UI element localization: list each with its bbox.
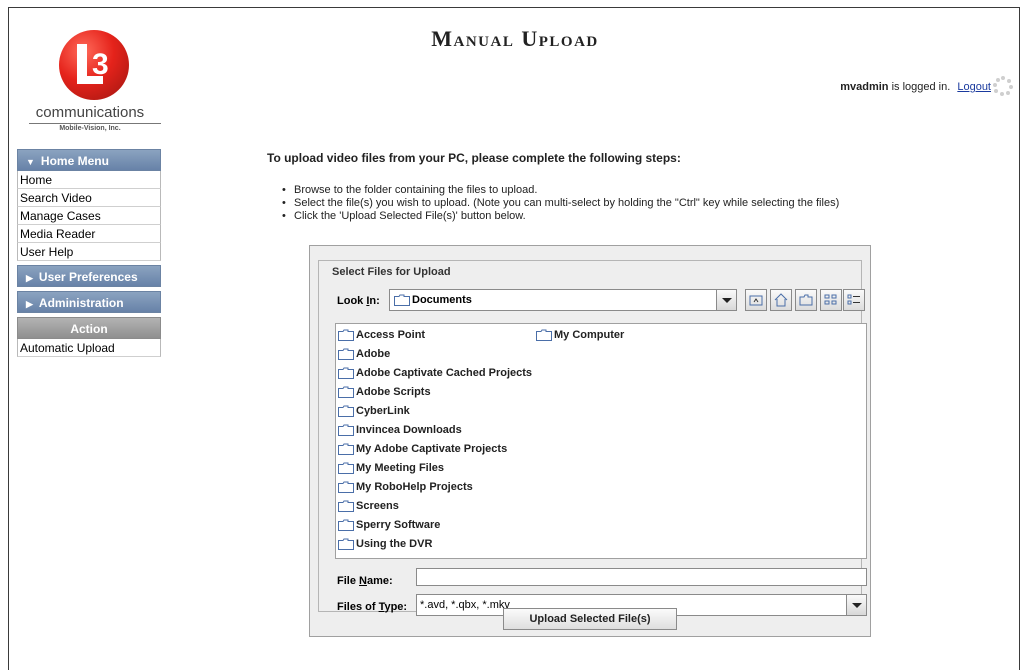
computer-icon [536, 329, 552, 341]
loading-spinner-icon [993, 76, 1013, 96]
sidebar-item-home[interactable]: Home [17, 171, 161, 189]
step-2: Select the file(s) you wish to upload. (… [282, 197, 839, 210]
file-item[interactable]: Sperry Software [338, 516, 440, 534]
sidebar-item-media-reader[interactable]: Media Reader [17, 225, 161, 243]
upload-selected-files-button[interactable]: Upload Selected File(s) [503, 608, 677, 630]
logout-link[interactable]: Logout [957, 81, 991, 93]
step-3: Click the 'Upload Selected File(s)' butt… [282, 210, 839, 223]
sidebar-item-automatic-upload[interactable]: Automatic Upload [17, 339, 161, 357]
folder-icon [394, 294, 410, 306]
file-item[interactable]: Adobe [338, 345, 390, 363]
file-item[interactable]: My Adobe Captivate Projects [338, 440, 507, 458]
file-item[interactable]: Using the DVR [338, 535, 432, 553]
logo-wordmark: communications [35, 104, 145, 121]
home-menu-header[interactable]: ▼ Home Menu [17, 149, 161, 171]
folder-icon [338, 367, 354, 379]
page-frame: 3 communications Mobile-Vision, Inc. Man… [8, 7, 1020, 670]
home-icon [774, 293, 788, 307]
step-1: Browse to the folder containing the file… [282, 184, 839, 197]
files-of-type-label: Files of Type: [337, 601, 408, 613]
file-item[interactable]: Screens [338, 497, 399, 515]
folder-icon [338, 424, 354, 436]
file-name-input[interactable] [416, 568, 867, 586]
file-item[interactable]: My Computer [536, 326, 624, 344]
list-view-icon [824, 294, 837, 305]
triangle-down-icon: ▼ [26, 157, 35, 167]
new-folder-button[interactable] [795, 289, 817, 311]
sidebar-item-manage-cases[interactable]: Manage Cases [17, 207, 161, 225]
up-one-level-button[interactable] [745, 289, 767, 311]
group-title: Select Files for Upload [329, 266, 454, 278]
up-folder-icon [749, 295, 763, 306]
folder-icon [338, 329, 354, 341]
folder-icon [338, 443, 354, 455]
look-in-value: Documents [412, 294, 472, 306]
instructions-list: Browse to the folder containing the file… [282, 184, 839, 223]
chevron-down-icon[interactable] [716, 290, 736, 310]
file-item[interactable]: Invincea Downloads [338, 421, 462, 439]
svg-text:3: 3 [92, 48, 109, 81]
instructions-heading: To upload video files from your PC, plea… [267, 151, 681, 165]
administration-header[interactable]: ▶ Administration [17, 291, 161, 313]
details-view-icon [847, 294, 860, 305]
login-username: mvadmin [840, 81, 889, 93]
login-status: mvadmin is logged in. Logout [840, 81, 991, 93]
home-button[interactable] [770, 289, 792, 311]
folder-icon [338, 500, 354, 512]
chevron-down-icon[interactable] [846, 595, 866, 615]
file-list[interactable]: Access Point Adobe Adobe Captivate Cache… [335, 323, 867, 559]
folder-icon [338, 405, 354, 417]
logo-divider [29, 123, 161, 124]
file-name-label: File Name: [337, 575, 393, 587]
folder-icon [338, 348, 354, 360]
page-title: Manual Upload [431, 26, 599, 51]
file-item[interactable]: My Meeting Files [338, 459, 444, 477]
administration-label: Administration [38, 296, 124, 310]
folder-icon [338, 481, 354, 493]
folder-icon [338, 386, 354, 398]
details-view-button[interactable] [843, 289, 865, 311]
sidebar: ▼ Home Menu Home Search Video Manage Case… [17, 149, 161, 357]
file-item[interactable]: Adobe Captivate Cached Projects [338, 364, 532, 382]
look-in-dropdown[interactable]: Documents [389, 289, 737, 311]
file-item[interactable]: Adobe Scripts [338, 383, 431, 401]
file-item[interactable]: CyberLink [338, 402, 410, 420]
triangle-right-icon: ▶ [26, 299, 33, 309]
sidebar-item-user-help[interactable]: User Help [17, 243, 161, 261]
files-of-type-value: *.avd, *.qbx, *.mkv [420, 599, 510, 611]
folder-icon [338, 462, 354, 474]
list-view-button[interactable] [820, 289, 842, 311]
file-item[interactable]: Access Point [338, 326, 425, 344]
folder-icon [338, 519, 354, 531]
look-in-label: Look In: [337, 295, 380, 307]
file-chooser: Select Files for Upload Look In: Documen… [309, 245, 871, 637]
new-folder-icon [799, 294, 813, 306]
select-files-group: Select Files for Upload Look In: Documen… [318, 260, 867, 616]
user-preferences-label: User Preferences [38, 270, 138, 284]
file-item[interactable]: My RoboHelp Projects [338, 478, 473, 496]
user-preferences-header[interactable]: ▶ User Preferences [17, 265, 161, 287]
logo-subtitle: Mobile-Vision, Inc. [59, 125, 121, 132]
home-menu-label: Home Menu [40, 154, 109, 168]
triangle-right-icon: ▶ [26, 273, 33, 283]
login-text: is logged in. [888, 81, 951, 93]
action-header: Action [17, 317, 161, 339]
sidebar-item-search-video[interactable]: Search Video [17, 189, 161, 207]
folder-icon [338, 538, 354, 550]
